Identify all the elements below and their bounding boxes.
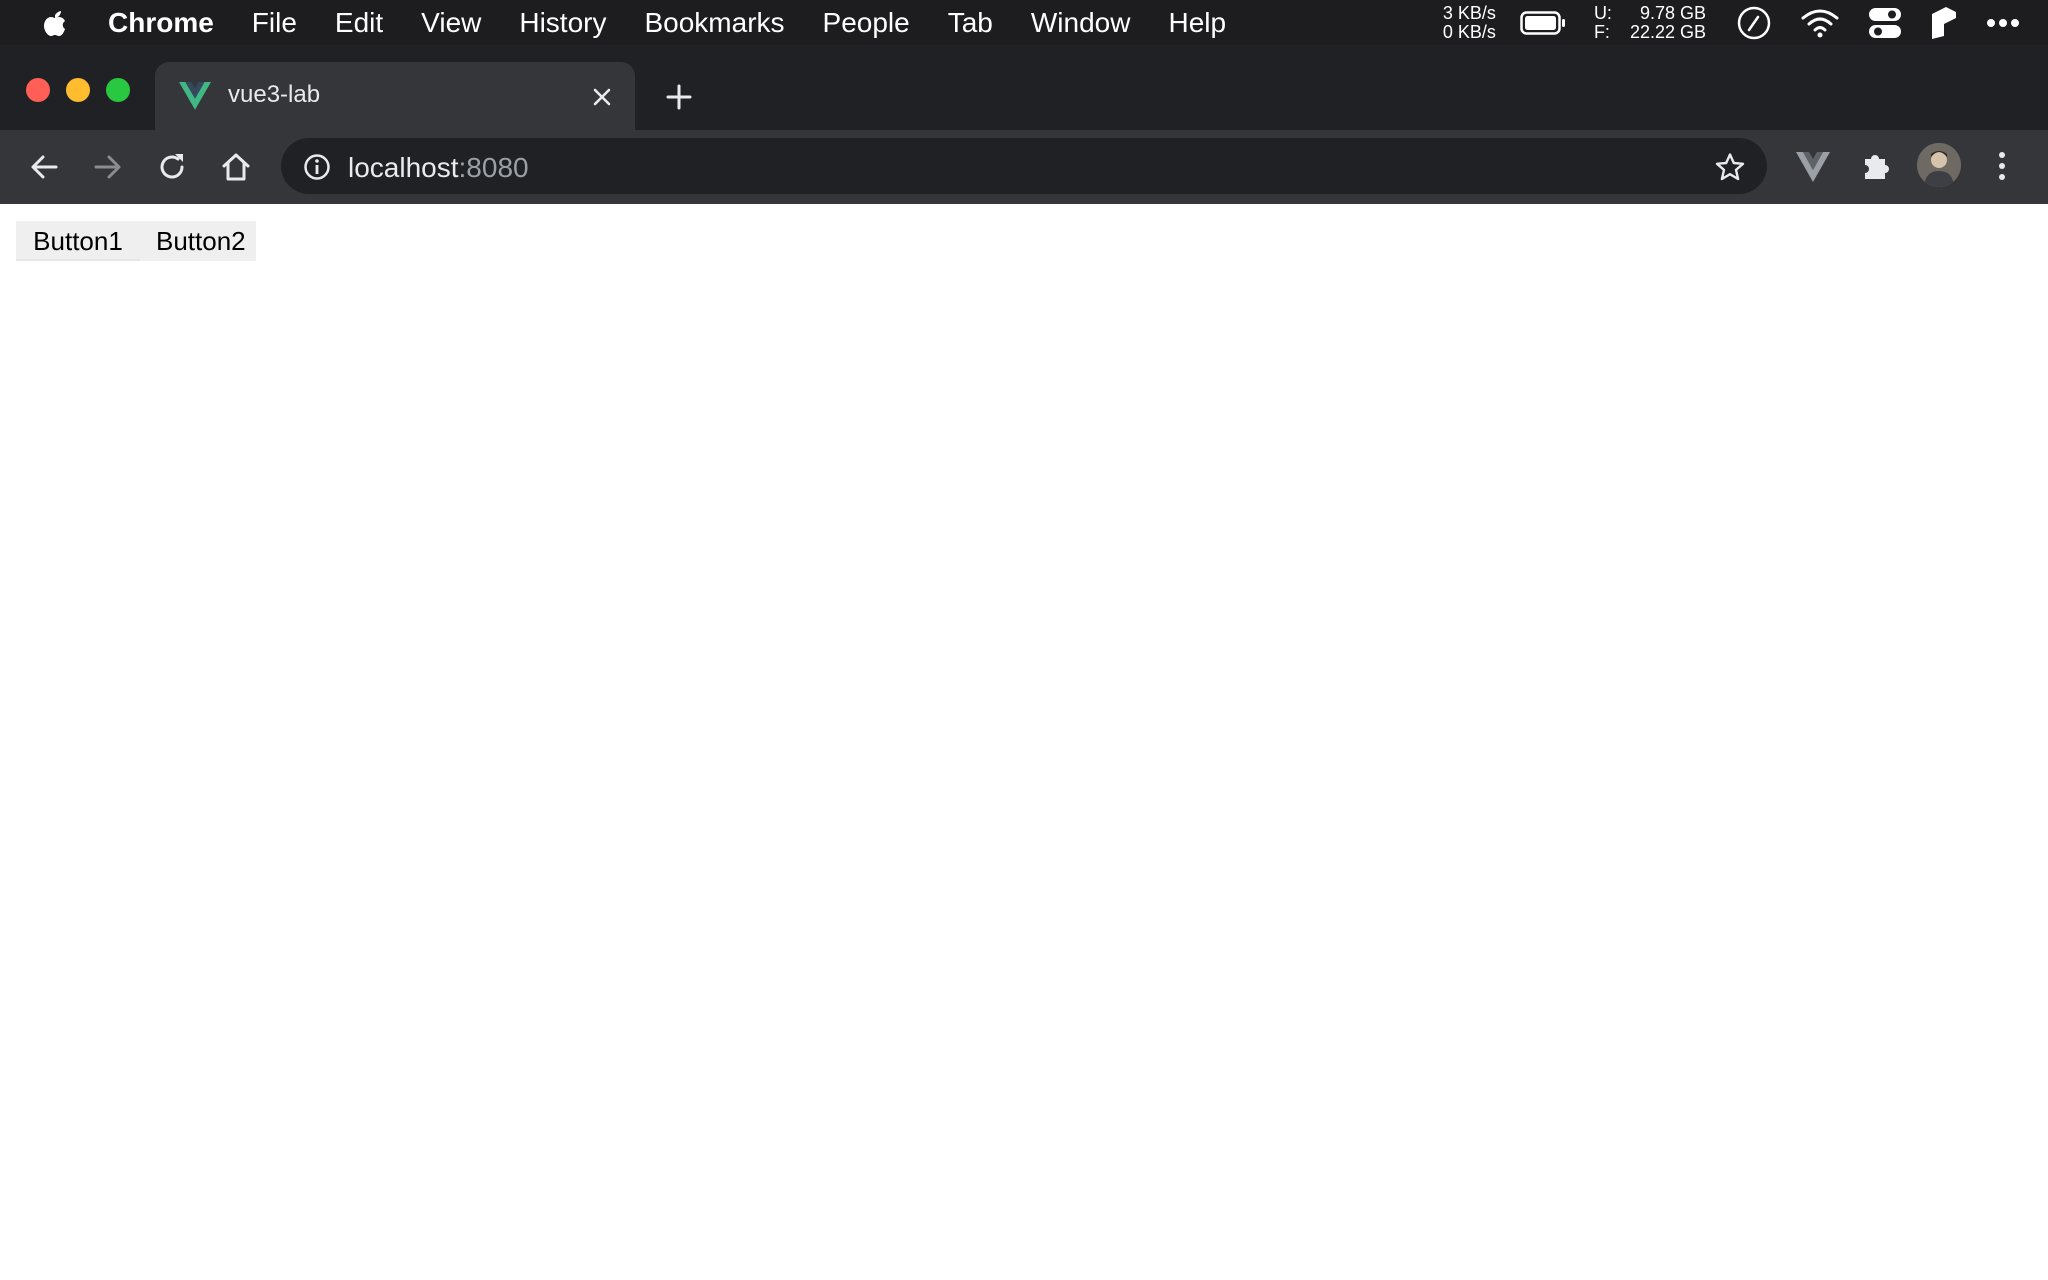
bookmark-star-icon[interactable] [1715,152,1745,182]
person-avatar-icon [1917,143,1961,187]
menu-app-chrome[interactable]: Chrome [108,7,214,39]
window-minimize-button[interactable] [66,78,90,102]
status-area: 3 KB/s 0 KB/s U: F: 9.78 GB 22.22 GB [1443,0,2048,45]
new-tab-icon[interactable] [665,83,693,111]
control-center-icon[interactable] [1868,7,1902,39]
net-upload: 3 KB/s [1442,2,1496,23]
vue-logo-icon [179,82,211,110]
network-speed[interactable]: 3 KB/s 0 KB/s [1442,2,1496,42]
disk-label-u: U: [1593,2,1612,23]
menu-history[interactable]: History [519,7,606,39]
menu-edit[interactable]: Edit [335,7,383,39]
page-content: Button1 Button2 [0,204,2048,1280]
profile-avatar[interactable] [1917,143,1961,187]
chrome-menu-icon[interactable] [1996,150,2008,182]
apple-icon[interactable] [40,6,70,40]
tab-strip: vue3-lab [0,45,2048,130]
button2[interactable]: Button2 [140,221,256,261]
address-bar[interactable]: localhost:8080 [281,138,1767,194]
battery-icon[interactable] [1520,10,1566,36]
tab-vue3-lab[interactable]: vue3-lab [155,62,635,130]
menu-bar: Chrome File Edit View History Bookmarks … [0,0,2048,45]
tab-close-icon[interactable] [593,88,611,106]
menu-window[interactable]: Window [1031,7,1131,39]
net-download: 0 KB/s [1442,21,1496,42]
disk-value-f: 22.22 GB [1629,21,1706,42]
extensions-puzzle-icon[interactable] [1860,150,1892,182]
disk-value-u: 9.78 GB [1639,2,1706,23]
window-maximize-button[interactable] [106,78,130,102]
browser-toolbar: localhost:8080 [0,130,2048,204]
wifi-icon[interactable] [1800,8,1840,38]
forward-icon[interactable] [92,151,124,183]
button1[interactable]: Button1 [16,221,140,261]
home-icon[interactable] [220,151,252,183]
disk-usage[interactable]: U: F: 9.78 GB 22.22 GB [1593,2,1706,42]
reload-icon[interactable] [156,151,188,183]
tag-icon[interactable] [1930,6,1958,40]
url-port: :8080 [458,152,529,183]
url-host: localhost [348,152,459,183]
url-text: localhost:8080 [348,152,529,184]
menu-view[interactable]: View [421,7,481,39]
speedometer-icon[interactable] [1736,5,1772,41]
vue-devtools-icon[interactable] [1796,152,1830,182]
menu-file[interactable]: File [252,7,297,39]
more-icon[interactable] [1986,18,2020,28]
menu-people[interactable]: People [823,7,910,39]
menu-tab[interactable]: Tab [948,7,993,39]
menu-help[interactable]: Help [1168,7,1226,39]
menu-bookmarks[interactable]: Bookmarks [644,7,784,39]
disk-label-f: F: [1593,21,1610,42]
tab-title: vue3-lab [228,81,321,108]
site-info-icon[interactable] [303,153,331,181]
window-close-button[interactable] [26,78,50,102]
back-icon[interactable] [28,151,60,183]
